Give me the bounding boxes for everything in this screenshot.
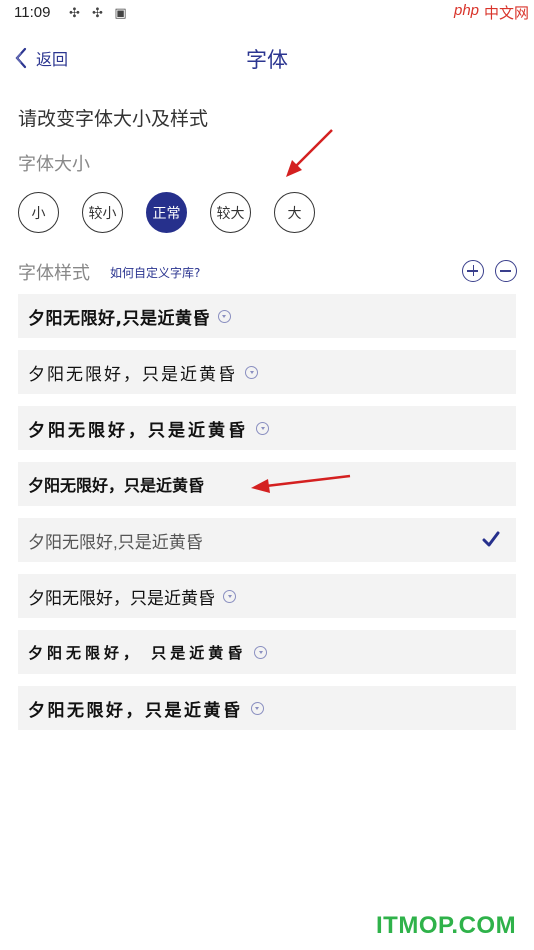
size-option-smaller[interactable]: 较小: [82, 192, 123, 233]
remove-font-icon[interactable]: [495, 260, 517, 282]
font-item[interactable]: 夕阳无限好，只是近黄昏: [18, 686, 516, 730]
font-list: 夕阳无限好,只是近黄昏 夕阳无限好，只是近黄昏 夕阳无限好，只是近黄昏 夕阳无限…: [18, 294, 516, 742]
status-icons: ✣ ✣ ▣: [67, 6, 128, 21]
annotation-arrow-size: [286, 129, 333, 177]
page-title: 字体: [246, 48, 288, 72]
download-icon[interactable]: [256, 421, 269, 435]
font-sample: 夕阳无限好，只是近黄昏: [28, 588, 215, 609]
download-icon[interactable]: [217, 309, 231, 323]
font-sample: 夕阳无限好,只是近黄昏: [28, 308, 210, 329]
watermark-cn: 中文网: [484, 5, 530, 22]
status-bar: 11:09 ✣ ✣ ▣ php 中文网: [0, 0, 534, 28]
font-item[interactable]: 夕阳无限好，只是近黄昏: [18, 574, 516, 618]
status-time: 11:09: [14, 4, 51, 21]
watermark-itmop: ITMOP.COM: [376, 912, 517, 939]
check-icon: [482, 531, 500, 547]
notification-icon: ▣: [114, 6, 127, 21]
font-sample: 夕阳无限好，只是近黄昏: [28, 364, 237, 385]
font-item[interactable]: 夕阳无限好，只是近黄昏: [18, 406, 516, 450]
font-size-heading: 字体大小: [18, 154, 90, 175]
font-item[interactable]: 夕阳无限好,只是近黄昏: [18, 294, 516, 338]
font-sample: 夕阳无限好，只是近黄昏: [28, 700, 243, 721]
size-option-normal[interactable]: 正常: [146, 192, 187, 233]
download-icon[interactable]: [223, 589, 236, 603]
font-style-heading: 字体样式: [18, 263, 90, 284]
font-size-options: 小 较小 正常 较大 大: [18, 192, 315, 233]
add-font-icon[interactable]: [462, 260, 484, 282]
download-icon[interactable]: [254, 645, 268, 659]
header: 返回 字体: [0, 36, 534, 80]
font-item[interactable]: 夕阳无限好， 只是近黄昏: [18, 630, 516, 674]
sync-icon: ✣: [92, 6, 103, 21]
custom-font-help-link[interactable]: 如何自定义字库?: [110, 264, 200, 281]
size-option-small[interactable]: 小: [18, 192, 59, 233]
font-item[interactable]: 夕阳无限好，只是近黄昏: [18, 350, 516, 394]
font-sample: 夕阳无限好，只是近黄昏: [28, 420, 248, 441]
download-icon[interactable]: [245, 365, 258, 379]
sync-icon: ✣: [69, 6, 80, 21]
font-sample: 夕阳无限好， 只是近黄昏: [28, 643, 247, 662]
font-sample: 夕阳无限好,只是近黄昏: [28, 532, 203, 552]
size-option-large[interactable]: 大: [274, 192, 315, 233]
font-sample: 夕阳无限好，只是近黄昏: [28, 476, 205, 495]
size-option-larger[interactable]: 较大: [210, 192, 251, 233]
watermark-php: php: [454, 2, 480, 19]
download-icon[interactable]: [250, 701, 264, 715]
font-item[interactable]: 夕阳无限好，只是近黄昏: [18, 462, 516, 506]
subtitle: 请改变字体大小及样式: [18, 108, 209, 130]
font-item-selected[interactable]: 夕阳无限好,只是近黄昏: [18, 518, 516, 562]
